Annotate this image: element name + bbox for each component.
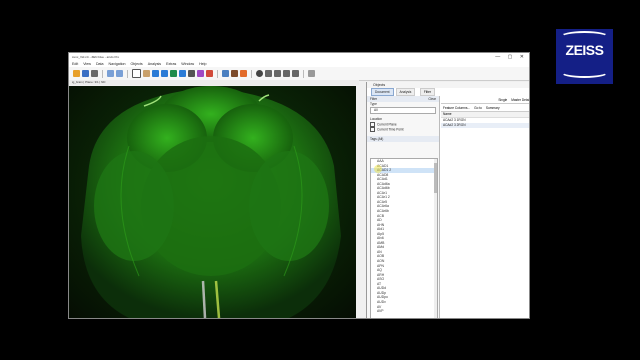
objects-table-area: Single Master Detail Feature Columns... … <box>441 96 529 318</box>
tags-list[interactable]: AAA ACAD1 ACAD1 2 ACAD8 ACAd1 ACAd6a ACAd6b ACA… <box>370 158 438 318</box>
menu-window[interactable]: Window <box>181 61 194 67</box>
measure-icon[interactable] <box>188 70 195 77</box>
panel-tabs: Document Analysis Filter <box>367 88 529 96</box>
filter-sidebar: Filter Clear Type All Location Current P… <box>367 96 440 318</box>
menu-edit[interactable]: Edit <box>72 61 78 67</box>
fit-icon[interactable] <box>283 70 290 77</box>
record-icon[interactable] <box>256 70 263 77</box>
color-icon[interactable] <box>240 70 247 77</box>
master-detail-button[interactable]: Master Detail <box>511 98 529 102</box>
analysis-icon[interactable] <box>222 70 229 77</box>
menu-analysis[interactable]: Analysis <box>148 61 161 67</box>
menu-view[interactable]: View <box>83 61 91 67</box>
window-title: zenx_Vid.czi - ZEN blue - arivis Pro <box>72 55 120 59</box>
redo-icon[interactable] <box>116 70 123 77</box>
cut-icon[interactable] <box>91 70 98 77</box>
title-bar: zenx_Vid.czi - ZEN blue - arivis Pro — ▢… <box>69 53 529 61</box>
feature-bar: Feature Columns... Go to Summary <box>441 104 529 112</box>
zeiss-logo: ZEISS <box>556 29 613 84</box>
feature-columns-button[interactable]: Feature Columns... <box>443 106 470 110</box>
tags-header: Tags (All) <box>367 135 439 142</box>
view-mode-bar: Single Master Detail <box>441 96 529 104</box>
fullscreen-icon[interactable] <box>292 70 299 77</box>
region-icon[interactable] <box>179 70 186 77</box>
tag-list-item[interactable]: AVP <box>371 309 437 314</box>
chart-icon[interactable] <box>231 70 238 77</box>
menu-extras[interactable]: Extras <box>166 61 176 67</box>
current-timepoint-checkbox[interactable]: Current Time Point <box>367 127 439 133</box>
app-window: zenx_Vid.czi - ZEN blue - arivis Pro — ▢… <box>68 52 530 319</box>
brush-icon[interactable] <box>161 70 168 77</box>
zoom-in-icon[interactable] <box>265 70 272 77</box>
menu-data[interactable]: Data <box>96 61 104 67</box>
image-tab[interactable]: ig_brain | Plane: 3/1 | ND <box>69 80 359 85</box>
image-viewer[interactable] <box>69 86 356 318</box>
menu-help[interactable]: Help <box>199 61 206 67</box>
menu-objects[interactable]: Objects <box>131 61 143 67</box>
draw-icon[interactable] <box>152 70 159 77</box>
main-toolbar <box>69 67 529 81</box>
menu-navigation[interactable]: Navigation <box>109 61 126 67</box>
pointer-icon[interactable] <box>132 69 141 78</box>
filter-toggle-button[interactable]: Filter <box>419 88 435 96</box>
open-icon[interactable] <box>73 70 80 77</box>
save-icon[interactable] <box>82 70 89 77</box>
zoom-out-icon[interactable] <box>274 70 281 77</box>
tag-icon[interactable] <box>197 70 204 77</box>
delete-icon[interactable] <box>206 70 213 77</box>
grid-icon[interactable] <box>308 70 315 77</box>
window-controls[interactable]: — ▢ ✕ <box>495 53 527 61</box>
wand-icon[interactable] <box>170 70 177 77</box>
hand-icon[interactable] <box>143 70 150 77</box>
undo-icon[interactable] <box>107 70 114 77</box>
brain-fluorescence-image <box>81 86 341 318</box>
objects-panel: Objects Document Analysis Filter Filter … <box>366 82 529 318</box>
go-to-button[interactable]: Go to <box>474 106 482 110</box>
single-view-button[interactable]: Single <box>498 98 507 102</box>
tags-scrollbar[interactable] <box>434 159 437 318</box>
clear-button[interactable]: Clear <box>428 96 436 102</box>
filter-header: Filter Clear <box>367 96 439 102</box>
summary-button[interactable]: Summary <box>486 106 500 110</box>
tab-analysis[interactable]: Analysis <box>395 88 416 96</box>
panel-title: Objects <box>367 82 529 88</box>
tab-document[interactable]: Document <box>371 88 394 96</box>
table-row[interactable]: ACAd2 3 2RGN <box>441 123 529 128</box>
mouse-cursor-highlight <box>374 165 382 173</box>
type-select[interactable]: All <box>370 107 436 114</box>
